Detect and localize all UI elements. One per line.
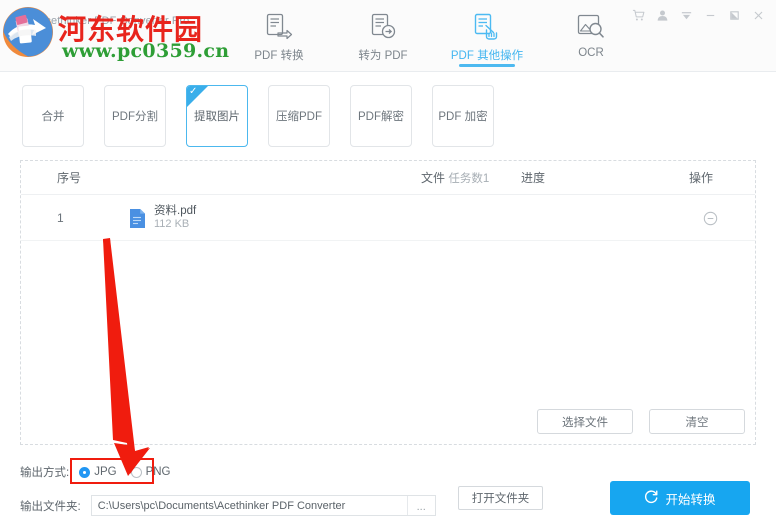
select-file-button[interactable]: 选择文件: [537, 409, 633, 434]
start-convert-button[interactable]: 开始转换: [610, 481, 750, 515]
cart-icon[interactable]: [626, 4, 650, 26]
column-header-file: 文件 任务数1: [421, 161, 489, 195]
radio-png-label: PNG: [145, 466, 171, 478]
minimize-icon[interactable]: [698, 4, 722, 26]
ocr-icon: [576, 10, 606, 44]
main-tabs: PDF 转换 转为 PDF PDF 其他操作 OCR: [240, 4, 630, 72]
op-label: 提取图片: [194, 111, 240, 123]
tab-ocr[interactable]: OCR: [552, 4, 630, 59]
tab-label: 转为 PDF: [358, 50, 408, 62]
close-icon[interactable]: [746, 4, 770, 26]
output-format-label: 输出方式:: [20, 467, 70, 479]
tab-label: PDF 其他操作: [450, 50, 524, 62]
output-folder-row: 输出文件夹: C:\Users\pc\Documents\Acethinker …: [20, 495, 436, 516]
radio-jpg[interactable]: JPG: [79, 466, 117, 478]
op-label: PDF分割: [112, 111, 158, 123]
browse-folder-button[interactable]: ...: [406, 496, 435, 515]
op-decrypt-button[interactable]: PDF解密: [350, 85, 412, 147]
table-row[interactable]: 1 资料.pdf 112 KB: [21, 195, 755, 241]
op-label: PDF解密: [358, 111, 404, 123]
tab-to-pdf[interactable]: 转为 PDF: [344, 4, 422, 63]
pdf-convert-icon: [265, 10, 293, 44]
op-merge-button[interactable]: 合并: [22, 85, 84, 147]
app-window: Acethinker PDF Converter Pro PDF 转换 转为 P…: [0, 0, 776, 529]
tab-label: PDF 转换: [254, 50, 304, 62]
tab-label: OCR: [578, 47, 604, 59]
radio-png[interactable]: PNG: [130, 466, 171, 478]
output-folder-label: 输出文件夹:: [20, 500, 81, 513]
row-action-cell: [703, 195, 718, 241]
column-header-index: 序号: [57, 171, 82, 185]
remove-circle-icon[interactable]: [703, 211, 718, 226]
file-name: 资料.pdf: [154, 205, 197, 218]
op-label: 压缩PDF: [276, 111, 322, 123]
to-pdf-icon: [369, 10, 397, 44]
user-icon[interactable]: [650, 4, 674, 26]
pdf-file-icon: [129, 208, 146, 229]
radio-jpg-indicator: [79, 466, 91, 478]
file-size: 112 KB: [154, 218, 190, 231]
column-header-progress: 进度: [521, 171, 546, 185]
output-format-radio-group: JPG PNG: [79, 466, 171, 478]
check-icon: ✓: [189, 86, 198, 97]
pdf-other-icon: [472, 10, 502, 44]
row-file-cell: 资料.pdf 112 KB: [129, 195, 196, 241]
column-header-action: 操作: [689, 171, 714, 185]
file-meta: 资料.pdf 112 KB: [154, 204, 196, 231]
op-label: PDF 加密: [438, 111, 488, 123]
op-compress-button[interactable]: 压缩PDF: [268, 85, 330, 147]
op-label: 合并: [41, 111, 65, 123]
clear-button[interactable]: 清空: [649, 409, 745, 434]
op-extract-images-button[interactable]: ✓ 提取图片: [186, 85, 248, 147]
radio-jpg-label: JPG: [94, 466, 117, 478]
open-folder-button[interactable]: 打开文件夹: [458, 486, 543, 510]
tab-pdf-convert[interactable]: PDF 转换: [240, 4, 318, 63]
radio-png-indicator: [130, 466, 142, 478]
operation-buttons: 合并 PDF分割 ✓ 提取图片 压缩PDF PDF解密 PDF 加密: [22, 85, 494, 147]
column-header-file-label: 文件: [421, 171, 446, 185]
op-encrypt-button[interactable]: PDF 加密: [432, 85, 494, 147]
output-folder-path: C:\Users\pc\Documents\Acethinker PDF Con…: [97, 499, 346, 512]
window-controls: [626, 4, 770, 26]
task-count-label: 任务数1: [448, 173, 490, 185]
maximize-icon[interactable]: [722, 4, 746, 26]
start-convert-label: 开始转换: [665, 492, 716, 507]
output-folder-field[interactable]: C:\Users\pc\Documents\Acethinker PDF Con…: [90, 495, 436, 516]
chevron-down-icon[interactable]: [674, 4, 698, 26]
table-footer-buttons: 选择文件 清空: [537, 409, 745, 434]
refresh-icon: [644, 489, 659, 507]
op-split-button[interactable]: PDF分割: [104, 85, 166, 147]
table-header-row: 序号 文件 任务数1 进度 操作: [21, 161, 755, 195]
file-table: 序号 文件 任务数1 进度 操作 1 资料.pdf 112 KB 选择文件 清空: [20, 160, 756, 445]
row-index: 1: [57, 211, 64, 225]
title-bar: Acethinker PDF Converter Pro PDF 转换 转为 P…: [0, 0, 776, 72]
app-title: Acethinker PDF Converter Pro: [38, 15, 190, 27]
output-format-row: 输出方式: JPG PNG: [20, 464, 171, 480]
tab-pdf-other[interactable]: PDF 其他操作: [448, 4, 526, 67]
